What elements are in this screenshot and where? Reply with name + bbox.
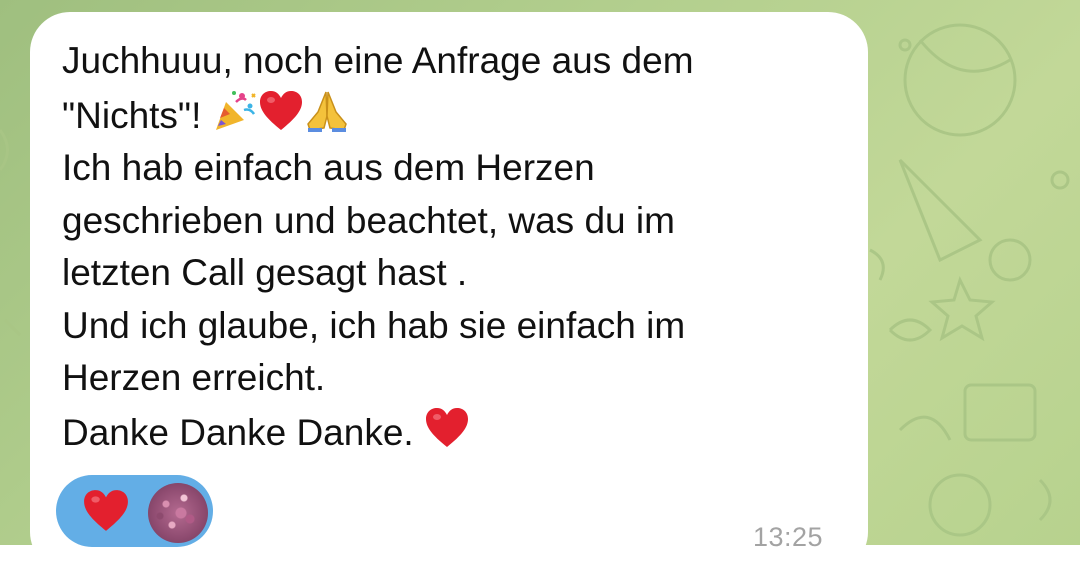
folded-hands-icon (306, 91, 347, 132)
red-heart-icon (259, 90, 302, 130)
message-line-1: Juchhuuu, noch eine Anfrage aus dem (62, 40, 694, 81)
message-line-3: Ich hab einfach aus dem Herzen (62, 147, 595, 188)
message-line-5: letzten Call gesagt hast . (62, 252, 468, 293)
message-line-4: geschrieben und beachtet, was du im (62, 199, 675, 241)
message-line-6: Und ich glaube, ich hab sie einfach im (62, 304, 686, 346)
red-heart-icon (84, 490, 128, 531)
message-line-8: Danke Danke Danke. (62, 407, 470, 453)
message-line-7: Herzen erreicht. (62, 357, 326, 398)
message-line-2: "Nichts"! (62, 90, 350, 136)
party-popper-icon (215, 90, 256, 130)
red-heart-icon (425, 407, 468, 447)
message-timestamp: 13:25 (753, 522, 824, 552)
reactor-avatar[interactable] (148, 483, 208, 543)
message-text: Juchhuuu, noch eine Anfrage aus dem "Nic… (62, 35, 852, 459)
